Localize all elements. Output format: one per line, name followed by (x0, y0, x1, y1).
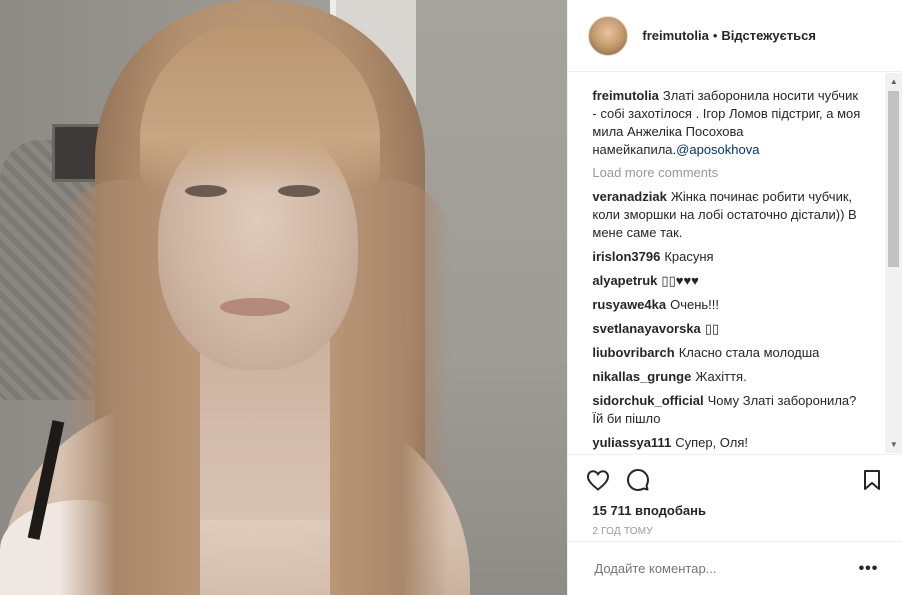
list-item: yuliassya111 Супер, Оля! (592, 434, 862, 452)
comment-text: Красуня (664, 249, 714, 264)
instagram-post: freimutolia • Відстежується freimutolia З… (0, 0, 902, 595)
list-item: svetlanayavorska ▯▯ (592, 320, 862, 338)
list-item: alyapetruk ▯▯♥♥♥ (592, 272, 862, 290)
post-timestamp[interactable]: 2 год тому (568, 518, 902, 537)
comment-username[interactable]: svetlanayavorska (592, 321, 700, 336)
avatar[interactable] (588, 15, 629, 56)
comment-username[interactable]: yuliassya111 (592, 435, 671, 450)
post-side-panel: freimutolia • Відстежується freimutolia З… (567, 0, 902, 595)
comment-text: ▯▯♥♥♥ (661, 273, 699, 288)
caption-mention[interactable]: @aposokhova (676, 142, 759, 157)
comment-icon[interactable] (624, 466, 652, 494)
post-actions: 15 711 вподобань 2 год тому ••• (568, 454, 902, 595)
follow-button[interactable]: Відстежується (721, 28, 816, 43)
scrollbar-thumb[interactable] (888, 91, 900, 267)
list-item: sidorchuk_official Чому Златі заборонила?… (592, 392, 862, 428)
scroll-down-icon[interactable]: ▼ (885, 436, 902, 453)
comment-username[interactable]: sidorchuk_official (592, 393, 703, 408)
comment-username[interactable]: liubovribarch (592, 345, 674, 360)
header-separator: • (712, 28, 718, 43)
photo-eye-left (185, 185, 227, 197)
list-item: rusyawe4ka Очень!!! (592, 296, 862, 314)
comment-username[interactable]: irislon3796 (592, 249, 660, 264)
post-photo[interactable] (0, 0, 568, 595)
comment-username[interactable]: veranadziak (592, 189, 666, 204)
comment-username[interactable]: alyapetruk (592, 273, 657, 288)
caption: freimutolia Златі заборонила носити чубчи… (592, 87, 862, 159)
action-icons (568, 455, 902, 497)
list-item: veranadziak Жінка починає робити чубчик, … (592, 188, 862, 242)
heart-icon[interactable] (584, 466, 612, 494)
more-options-icon[interactable]: ••• (859, 560, 879, 578)
likes-count[interactable]: 15 711 вподобань (568, 497, 902, 518)
comment-text: Супер, Оля! (675, 435, 749, 450)
comments-section: freimutolia Златі заборонила носити чубчи… (568, 73, 902, 453)
load-more-comments[interactable]: Load more comments (592, 165, 862, 180)
photo-eye-right (278, 185, 320, 197)
list-item: irislon3796 Красуня (592, 248, 862, 266)
post-header: freimutolia • Відстежується (568, 0, 902, 72)
photo-lips (220, 298, 290, 316)
header-username[interactable]: freimutolia (642, 28, 708, 43)
comment-username[interactable]: rusyawe4ka (592, 297, 666, 312)
add-comment-bar: ••• (568, 541, 902, 595)
comments-scrollbar[interactable]: ▲ ▼ (885, 73, 902, 453)
list-item: liubovribarch Класно стала молодша (592, 344, 862, 362)
comment-text: Очень!!! (670, 297, 720, 312)
comment-text: Жахіття. (695, 369, 747, 384)
scroll-up-icon[interactable]: ▲ (885, 73, 902, 90)
add-comment-input[interactable] (592, 560, 859, 577)
comment-text: ▯▯ (704, 321, 720, 336)
list-item: nikallas_grunge Жахіття. (592, 368, 862, 386)
caption-username[interactable]: freimutolia (592, 88, 658, 103)
bookmark-icon[interactable] (858, 466, 886, 494)
comment-username[interactable]: nikallas_grunge (592, 369, 691, 384)
comment-text: Класно стала молодша (678, 345, 820, 360)
